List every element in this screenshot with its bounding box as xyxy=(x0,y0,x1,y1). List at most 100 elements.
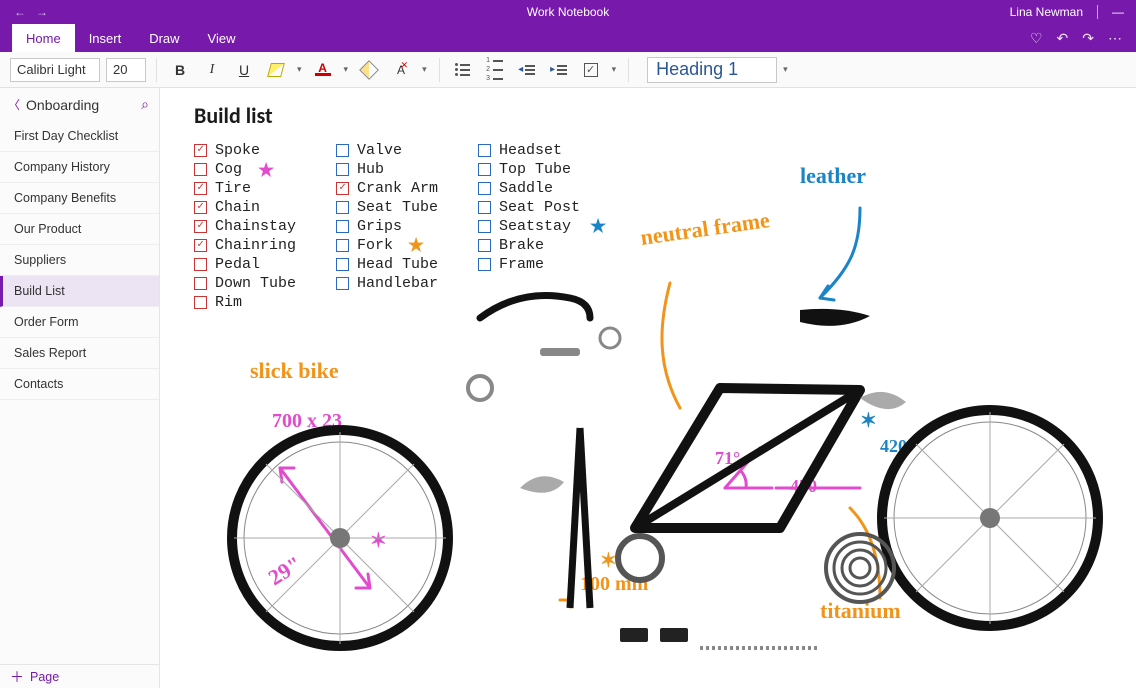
note-canvas[interactable]: Build list ✓Spoke Cog ✓Tire ✓Chain ✓Chainsta… xyxy=(160,88,1136,664)
more-icon[interactable]: ⋯ xyxy=(1108,30,1122,47)
page-item[interactable]: First Day Checklist xyxy=(0,121,159,152)
heading-style-picker[interactable]: Heading 1 xyxy=(647,57,777,83)
font-color-button[interactable]: A xyxy=(310,57,336,83)
checkbox-icon[interactable] xyxy=(336,201,349,214)
page-item[interactable]: Company History xyxy=(0,152,159,183)
checklist-item[interactable]: Valve xyxy=(336,142,438,159)
checklist-item[interactable]: Saddle xyxy=(478,180,580,197)
page-item[interactable]: Contacts xyxy=(0,369,159,400)
page-item[interactable]: Build List xyxy=(0,276,159,307)
font-color-icon: A xyxy=(315,63,331,76)
checkbox-icon[interactable] xyxy=(336,258,349,271)
checkbox-icon[interactable] xyxy=(478,201,491,214)
page-item[interactable]: Sales Report xyxy=(0,338,159,369)
checklist-item[interactable]: Pedal xyxy=(194,256,296,273)
undo-icon[interactable]: ↶ xyxy=(1057,30,1069,47)
checklist-item[interactable]: Headset xyxy=(478,142,580,159)
lightbulb-icon[interactable]: ♡ xyxy=(1030,30,1043,47)
window-minimize-icon[interactable]: — xyxy=(1112,5,1124,19)
checklist-item[interactable]: Seatstay xyxy=(478,218,580,235)
todo-tag-button[interactable]: ✓ xyxy=(578,57,604,83)
numbered-list-button[interactable]: 1 2 3 xyxy=(482,57,508,83)
bold-button[interactable]: B xyxy=(167,57,193,83)
font-color-dropdown[interactable]: ▾ xyxy=(342,64,351,75)
checklist-item[interactable]: Grips xyxy=(336,218,438,235)
tags-dropdown[interactable]: ▾ xyxy=(610,64,619,75)
checkbox-icon[interactable]: ✓ xyxy=(194,220,207,233)
increase-indent-button[interactable]: ▸ xyxy=(546,57,572,83)
ribbon-tab-insert[interactable]: Insert xyxy=(75,24,136,52)
font-size-picker[interactable]: 20 xyxy=(106,58,146,82)
checklist-item[interactable]: ✓Tire xyxy=(194,180,296,197)
checkbox-icon[interactable] xyxy=(478,163,491,176)
checklist-item[interactable]: Head Tube xyxy=(336,256,438,273)
checklist-item[interactable]: Hub xyxy=(336,161,438,178)
bulleted-list-button[interactable] xyxy=(450,57,476,83)
section-name[interactable]: Onboarding xyxy=(26,97,141,113)
format-painter-button[interactable] xyxy=(356,57,382,83)
checkbox-icon[interactable]: ✓ xyxy=(194,182,207,195)
checkbox-icon[interactable]: ✓ xyxy=(194,239,207,252)
checkbox-icon[interactable] xyxy=(194,277,207,290)
clear-formatting-button[interactable]: A xyxy=(388,57,414,83)
italic-button[interactable]: I xyxy=(199,57,225,83)
redo-icon[interactable]: ↷ xyxy=(1082,30,1094,47)
highlight-dropdown[interactable]: ▾ xyxy=(295,64,304,75)
checklist-item[interactable]: Seat Post xyxy=(478,199,580,216)
highlight-button[interactable] xyxy=(263,57,289,83)
checkbox-icon[interactable]: ✓ xyxy=(194,144,207,157)
checkbox-icon[interactable] xyxy=(194,163,207,176)
checkbox-icon[interactable] xyxy=(194,296,207,309)
ribbon-tab-draw[interactable]: Draw xyxy=(135,24,193,52)
user-name[interactable]: Lina Newman xyxy=(1010,5,1083,19)
underline-button[interactable]: U xyxy=(231,57,257,83)
checklist-item[interactable]: ✓Spoke xyxy=(194,142,296,159)
ribbon-tab-view[interactable]: View xyxy=(194,24,250,52)
checklist-item[interactable]: ✓Chainring xyxy=(194,237,296,254)
nav-forward-icon[interactable]: → xyxy=(36,5,48,19)
ink-star: ★ xyxy=(590,216,606,237)
checkbox-icon[interactable]: ✓ xyxy=(194,201,207,214)
checkbox-icon[interactable] xyxy=(478,239,491,252)
checklist-label: Head Tube xyxy=(357,256,438,273)
checklist-item[interactable]: Top Tube xyxy=(478,161,580,178)
checkbox-icon[interactable] xyxy=(336,239,349,252)
ribbon-tab-strip: Home Insert Draw View ♡ ↶ ↷ ⋯ xyxy=(0,24,1136,52)
checkbox-icon[interactable] xyxy=(478,182,491,195)
page-item[interactable]: Order Form xyxy=(0,307,159,338)
checkbox-icon[interactable] xyxy=(478,258,491,271)
checklist-item[interactable]: Cog xyxy=(194,161,296,178)
ribbon-tab-home[interactable]: Home xyxy=(12,24,75,52)
checkbox-icon[interactable] xyxy=(478,220,491,233)
checklist-item[interactable]: Fork xyxy=(336,237,438,254)
checklist-item[interactable]: Rim xyxy=(194,294,296,311)
page-item[interactable]: Our Product xyxy=(0,214,159,245)
section-back-icon[interactable]: 〈 xyxy=(8,96,20,113)
checklist-item[interactable]: Frame xyxy=(478,256,580,273)
checklist-item[interactable]: Seat Tube xyxy=(336,199,438,216)
checkbox-icon[interactable] xyxy=(336,277,349,290)
checklist-item[interactable]: ✓Crank Arm xyxy=(336,180,438,197)
checklist-item[interactable]: Brake xyxy=(478,237,580,254)
checklist-container: ✓Spoke Cog ✓Tire ✓Chain ✓Chainstay ✓Chainring… xyxy=(194,142,580,311)
checkbox-icon[interactable] xyxy=(336,220,349,233)
decrease-indent-button[interactable]: ◂ xyxy=(514,57,540,83)
add-page-button[interactable]: ＋ Page xyxy=(0,664,160,688)
checklist-item[interactable]: ✓Chain xyxy=(194,199,296,216)
checklist-item[interactable]: ✓Chainstay xyxy=(194,218,296,235)
font-name-picker[interactable]: Calibri Light xyxy=(10,58,100,82)
clear-format-dropdown[interactable]: ▾ xyxy=(420,64,429,75)
checkbox-icon[interactable] xyxy=(194,258,207,271)
checkbox-icon[interactable] xyxy=(336,144,349,157)
checkbox-icon[interactable]: ✓ xyxy=(336,182,349,195)
search-icon[interactable]: ⌕ xyxy=(141,96,149,113)
page-title[interactable]: Build list xyxy=(194,102,273,129)
checkbox-icon[interactable] xyxy=(336,163,349,176)
checklist-item[interactable]: Handlebar xyxy=(336,275,438,292)
nav-back-icon[interactable]: ← xyxy=(14,5,26,19)
page-item[interactable]: Company Benefits xyxy=(0,183,159,214)
heading-style-dropdown[interactable]: ▾ xyxy=(781,64,790,75)
checklist-item[interactable]: Down Tube xyxy=(194,275,296,292)
page-item[interactable]: Suppliers xyxy=(0,245,159,276)
checkbox-icon[interactable] xyxy=(478,144,491,157)
